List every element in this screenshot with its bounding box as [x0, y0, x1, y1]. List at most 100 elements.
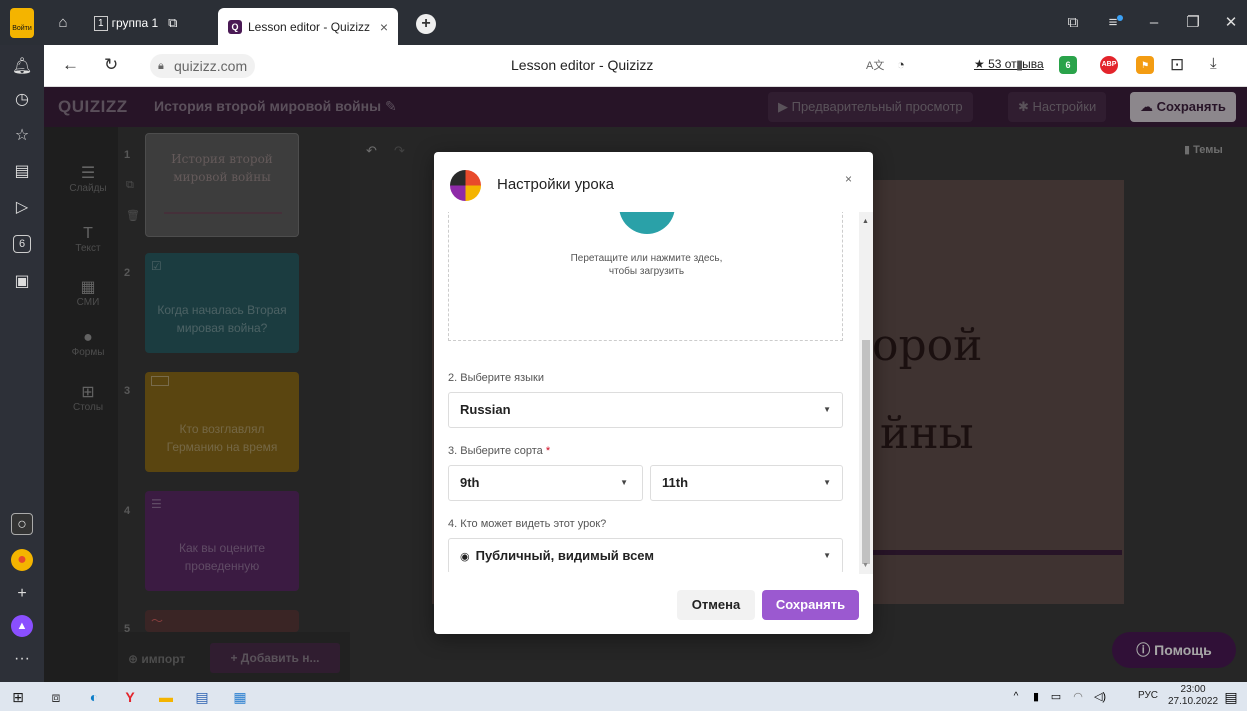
- chevron-down-icon: ▼: [620, 478, 628, 487]
- dropzone-text: Перетащите или нажмите здесь, чтобы загр…: [449, 252, 844, 278]
- clock[interactable]: 23:00 27.10.2022: [1168, 684, 1218, 708]
- extension-badge-icon[interactable]: 6: [1059, 56, 1077, 74]
- star-icon[interactable]: ☆: [11, 125, 33, 147]
- grade-to-value: 11th: [662, 475, 689, 490]
- grade-label-text: 3. Выберите сорта: [448, 445, 543, 457]
- url-text: quizizz.com: [174, 58, 248, 74]
- bookmark-icon[interactable]: ▮: [1016, 57, 1023, 73]
- minimize-icon[interactable]: –: [1143, 12, 1165, 34]
- calendar-icon[interactable]: 6: [13, 235, 31, 253]
- tab-group-icon: ⧉: [168, 15, 178, 30]
- chevron-down-icon: ▼: [823, 405, 831, 414]
- upload-icon: [619, 212, 675, 234]
- adblock-icon[interactable]: ABP: [1100, 56, 1118, 74]
- eye-icon: ◉: [460, 551, 470, 563]
- lesson-settings-modal: Настройки урока × Перетащите или нажмите…: [434, 152, 873, 634]
- app-icon-2[interactable]: ●: [11, 549, 33, 571]
- dropzone-text-line1: Перетащите или нажмите здесь,: [570, 253, 723, 264]
- dropzone-text-line2: чтобы загрузить: [608, 266, 685, 277]
- required-marker: *: [545, 445, 551, 457]
- notifications-icon[interactable]: ≡: [1102, 12, 1124, 34]
- add-app-icon[interactable]: +: [11, 583, 33, 605]
- save-button[interactable]: Сохранять: [762, 590, 859, 620]
- modal-footer: Отмена Сохранять: [434, 572, 873, 634]
- network-icon[interactable]: ▭: [1046, 687, 1066, 707]
- volume-icon[interactable]: ◁): [1090, 687, 1110, 707]
- language-value: Russian: [460, 402, 511, 417]
- cancel-button[interactable]: Отмена: [677, 590, 755, 620]
- restore-icon[interactable]: ❐: [1182, 12, 1204, 34]
- file-explorer-icon[interactable]: ▬: [156, 687, 176, 707]
- downloads-icon[interactable]: ⤓: [1210, 55, 1217, 72]
- yandex-icon[interactable]: Y: [120, 687, 140, 707]
- bell-icon[interactable]: 🔔︎: [11, 56, 33, 78]
- play-icon[interactable]: ▷: [11, 197, 33, 219]
- tray-expand-icon[interactable]: ^: [1006, 687, 1026, 707]
- screenshot-icon[interactable]: ▣: [11, 271, 33, 293]
- history-icon[interactable]: ◷: [11, 89, 33, 111]
- modal-scrollbar[interactable]: ▲ ▼: [859, 212, 873, 574]
- grade-from-value: 9th: [460, 475, 480, 490]
- language-select[interactable]: Russian ▼: [448, 392, 843, 428]
- address-bar: ← ↻ 🔒︎ quizizz.com Lesson editor - Quiziz…: [44, 45, 1247, 87]
- word-icon[interactable]: ▤: [192, 687, 212, 707]
- quizizz-favicon-icon: Q: [228, 19, 242, 34]
- tab-group[interactable]: 1 группа 1 ⧉: [94, 11, 177, 35]
- browser-title-bar: Войти ⌂ 1 группа 1 ⧉ Q Lesson editor - Q…: [0, 0, 1247, 45]
- chevron-down-icon: ▼: [823, 478, 831, 487]
- extension-icon[interactable]: ⚑: [1136, 56, 1154, 74]
- lock-icon: 🔒︎: [158, 60, 164, 72]
- language-indicator[interactable]: РУС: [1138, 690, 1158, 701]
- home-tab-icon[interactable]: ⌂: [52, 12, 74, 34]
- reload-icon[interactable]: ↻: [104, 55, 118, 75]
- usb-icon[interactable]: ▮: [1026, 687, 1046, 707]
- extensions-icon[interactable]: ⊡: [1170, 55, 1184, 75]
- scrollbar-thumb[interactable]: [862, 340, 870, 564]
- clock-date: 27.10.2022: [1168, 696, 1219, 707]
- login-avatar[interactable]: Войти: [10, 8, 34, 38]
- more-icon[interactable]: ···: [11, 648, 33, 670]
- modal-body: Перетащите или нажмите здесь, чтобы загр…: [434, 212, 859, 572]
- visibility-select[interactable]: ◉ Публичный, видимый всем ▼: [448, 538, 843, 572]
- visibility-value: Публичный, видимый всем: [475, 548, 654, 563]
- translate-icon[interactable]: A文: [866, 57, 884, 73]
- back-icon[interactable]: ←: [62, 55, 79, 75]
- clock-time: 23:00: [1180, 684, 1206, 695]
- task-view-icon[interactable]: ⧈: [46, 687, 66, 707]
- tab-title: Lesson editor - Quizizz: [248, 19, 371, 34]
- notification-center-icon[interactable]: ▤: [1221, 687, 1241, 707]
- alice-icon[interactable]: ▲: [11, 615, 33, 637]
- language-label: 2. Выберите языки: [448, 372, 544, 384]
- edge-icon[interactable]: ◐: [84, 687, 104, 707]
- close-icon[interactable]: ×: [845, 172, 852, 186]
- notes-icon[interactable]: ▤: [11, 161, 33, 183]
- url-field[interactable]: 🔒︎ quizizz.com: [150, 54, 256, 78]
- scroll-down-icon[interactable]: ▼: [862, 562, 869, 569]
- tab-group-label: группа 1: [111, 16, 159, 30]
- close-tab-icon[interactable]: ×: [380, 19, 388, 35]
- windows-taskbar: ⊞ ⧈ ◐ Y ▬ ▤ ▦ ^ ▮ ▭ ◠ ◁) РУС 23:00 27.10.…: [0, 682, 1247, 711]
- grade-from-select[interactable]: 9th ▼: [448, 465, 643, 501]
- wifi-icon[interactable]: ◠: [1068, 687, 1088, 707]
- grade-label: 3. Выберите сорта *: [448, 445, 550, 457]
- visibility-label: 4. Кто может видеть этот урок?: [448, 518, 607, 530]
- protect-icon[interactable]: ◔: [897, 57, 905, 72]
- windows-start-icon[interactable]: ⊞: [8, 687, 28, 707]
- tab-group-count: 1: [94, 15, 108, 31]
- modal-title: Настройки урока: [497, 176, 614, 193]
- paint-icon[interactable]: ▦: [230, 687, 250, 707]
- page-title: Lesson editor - Quizizz: [511, 57, 654, 73]
- scroll-up-icon[interactable]: ▲: [862, 218, 869, 225]
- chevron-down-icon: ▼: [823, 551, 831, 560]
- image-dropzone[interactable]: Перетащите или нажмите здесь, чтобы загр…: [448, 212, 843, 341]
- close-window-icon[interactable]: ✕: [1220, 12, 1242, 34]
- collections-icon[interactable]: ⧉: [1062, 12, 1084, 34]
- reviews-link[interactable]: ★ 53 отзыва: [974, 57, 1044, 71]
- login-label: Войти: [12, 25, 32, 32]
- grade-to-select[interactable]: 11th ▼: [650, 465, 843, 501]
- browser-sidebar: 🔔︎ ◷ ☆ ▤ ▷ 6 ▣ ○ ● + ▲ ···: [0, 45, 44, 682]
- app-icon-1[interactable]: ○: [11, 513, 33, 535]
- tab-lesson-editor[interactable]: Q Lesson editor - Quizizz ×: [218, 8, 398, 45]
- modal-header: Настройки урока ×: [434, 152, 873, 212]
- new-tab-icon[interactable]: +: [416, 14, 436, 34]
